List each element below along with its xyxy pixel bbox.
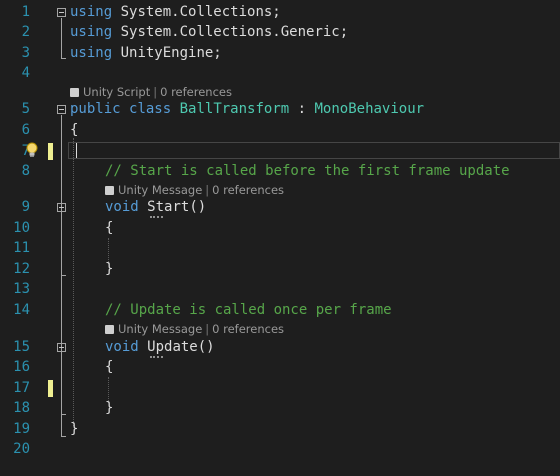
current-line-highlight [68, 142, 560, 159]
line-number: 1 [21, 4, 30, 20]
comment: // Update is called once per frame [105, 302, 392, 318]
code-line[interactable]: { [105, 221, 113, 235]
keyword: class [129, 101, 172, 117]
codelens-kind[interactable]: Unity Message [118, 322, 202, 336]
code-line[interactable]: using System.Collections.Generic; [70, 25, 348, 39]
text-caret [76, 143, 77, 158]
line-number: 16 [13, 359, 30, 375]
base-class: MonoBehaviour [314, 101, 425, 117]
code-line[interactable]: using System.Collections; [70, 5, 281, 19]
parentheses: () [197, 339, 215, 355]
codelens-kind[interactable]: Unity Message [118, 183, 202, 197]
line-number: 8 [21, 163, 30, 179]
suggestion-dots[interactable] [150, 214, 163, 218]
codelens-references[interactable]: 0 references [212, 322, 284, 336]
line-number: 19 [13, 421, 30, 437]
code-line[interactable]: } [105, 262, 113, 276]
keyword: using [70, 4, 113, 20]
code-line[interactable]: void Start() [105, 200, 206, 214]
comment: // Start is called before the first fram… [105, 163, 510, 179]
keyword: using [70, 24, 113, 40]
line-number: 9 [21, 199, 30, 215]
brace: } [70, 421, 79, 437]
brace: { [105, 220, 114, 236]
line-number: 20 [13, 441, 30, 457]
parentheses: () [189, 199, 207, 215]
cube-icon [70, 88, 79, 97]
code-line[interactable]: public class BallTransform : MonoBehavio… [70, 102, 424, 116]
line-number: 17 [13, 380, 30, 396]
method-name: Start [147, 199, 190, 215]
outline-line [61, 18, 62, 58]
codelens-separator: | [205, 322, 210, 336]
codelens-separator: | [205, 183, 210, 197]
outline-line [61, 414, 66, 415]
codelens-update[interactable]: Unity Message | 0 references [105, 323, 284, 335]
code-line[interactable]: { [105, 360, 113, 374]
line-number: 18 [13, 400, 30, 416]
keyword: void [105, 339, 139, 355]
code-line[interactable]: // Start is called before the first fram… [105, 164, 510, 178]
codelens-class[interactable]: Unity Script | 0 references [70, 86, 232, 98]
line-number: 2 [21, 24, 30, 40]
codelens-separator: | [153, 85, 158, 99]
line-number: 11 [13, 240, 30, 256]
codelens-kind[interactable]: Unity Script [83, 85, 150, 99]
line-number: 13 [13, 281, 30, 297]
cube-icon [105, 186, 114, 195]
keyword: void [105, 199, 139, 215]
line-number: 10 [13, 220, 30, 236]
outline-line [61, 213, 62, 275]
codelens-start[interactable]: Unity Message | 0 references [105, 184, 284, 196]
line-number: 5 [21, 101, 30, 117]
code-line[interactable]: using UnityEngine; [70, 46, 222, 60]
outline-line [61, 353, 62, 415]
class-name: BallTransform [179, 101, 290, 117]
change-marker [48, 380, 53, 397]
change-marker [48, 143, 53, 160]
method-name: Update [147, 339, 198, 355]
code-line[interactable]: } [70, 422, 78, 436]
namespace: UnityEngine; [120, 45, 222, 61]
brace: } [105, 261, 114, 277]
line-number: 3 [21, 45, 30, 61]
line-number: 4 [21, 65, 30, 81]
code-line[interactable]: { [70, 123, 78, 137]
cube-icon [105, 325, 114, 334]
line-number: 14 [13, 302, 30, 318]
codelens-references[interactable]: 0 references [160, 85, 232, 99]
namespace: System.Collections.Generic; [120, 24, 349, 40]
line-number: 15 [13, 339, 30, 355]
keyword: public [70, 101, 121, 117]
brace: } [105, 400, 114, 416]
namespace: System.Collections; [120, 4, 281, 20]
suggestion-dots[interactable] [150, 354, 163, 358]
code-line[interactable]: // Update is called once per frame [105, 303, 392, 317]
code-line[interactable]: } [105, 401, 113, 415]
code-line[interactable]: void Update() [105, 340, 215, 354]
colon: : [297, 101, 307, 117]
brace: { [70, 122, 79, 138]
indent-guide [73, 138, 74, 426]
collapse-icon[interactable] [57, 203, 66, 212]
brace: { [105, 359, 114, 375]
outline-line [61, 275, 66, 276]
collapse-icon[interactable] [57, 8, 66, 17]
line-number: 6 [21, 122, 30, 138]
keyword: using [70, 45, 113, 61]
outline-line [61, 436, 66, 437]
collapse-icon[interactable] [57, 343, 66, 352]
outline-line [61, 58, 66, 59]
lightbulb-icon[interactable] [25, 142, 39, 158]
collapse-icon[interactable] [57, 105, 66, 114]
codelens-references[interactable]: 0 references [212, 183, 284, 197]
line-number: 12 [13, 261, 30, 277]
